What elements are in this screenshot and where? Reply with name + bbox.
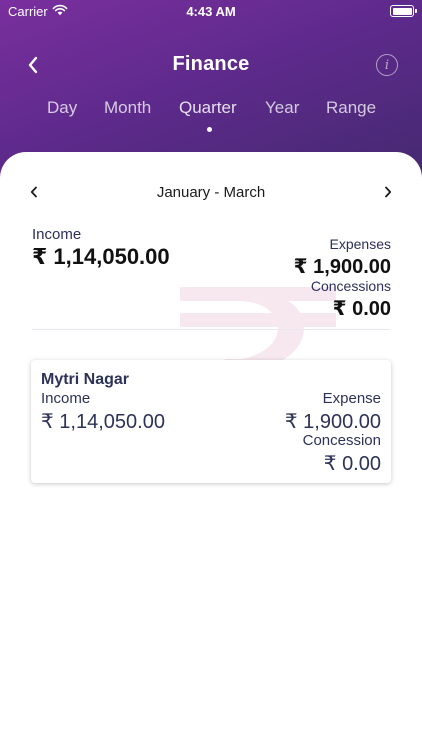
branch-concession-value: ₹ 0.00 — [323, 453, 381, 475]
finance-screen: Carrier 4:43 AM Finance i Day Month Quar… — [0, 0, 422, 750]
tab-day[interactable]: Day — [47, 98, 77, 118]
branch-card-mytri-nagar[interactable]: Mytri Nagar Income ₹ 1,14,050.00 Expense… — [31, 360, 391, 483]
concessions-label: Concessions — [310, 278, 391, 294]
branch-concession-label: Concession — [302, 432, 381, 449]
income-label: Income — [32, 226, 82, 243]
status-time: 4:43 AM — [186, 4, 236, 19]
next-period-button[interactable] — [378, 182, 398, 202]
info-icon-glyph: i — [384, 57, 390, 73]
info-icon[interactable]: i — [376, 54, 398, 76]
tab-quarter[interactable]: Quarter — [179, 98, 237, 118]
branch-expense-label: Expense — [322, 390, 381, 407]
period-label: January - March — [156, 184, 266, 201]
expenses-total: ₹ 1,900.00 — [293, 256, 391, 278]
branch-name: Mytri Nagar — [41, 371, 130, 388]
page-title: Finance — [172, 53, 250, 75]
chevron-right-icon — [385, 186, 392, 198]
period-tabs: Day Month Quarter Year Range — [0, 98, 422, 122]
active-tab-indicator — [207, 127, 212, 132]
branch-expense-value: ₹ 1,900.00 — [284, 411, 381, 433]
tab-year[interactable]: Year — [265, 98, 299, 118]
tab-month[interactable]: Month — [104, 98, 151, 118]
expenses-label: Expenses — [329, 236, 391, 252]
branch-income-label: Income — [41, 390, 91, 407]
income-total: ₹ 1,14,050.00 — [32, 244, 170, 269]
status-bar: Carrier 4:43 AM — [0, 0, 422, 24]
concessions-total: ₹ 0.00 — [332, 298, 391, 320]
content-sheet: January - March Income ₹ 1,14,050.00 Exp… — [0, 152, 422, 750]
tab-range[interactable]: Range — [326, 98, 376, 118]
branch-income-value: ₹ 1,14,050.00 — [41, 411, 165, 433]
divider — [32, 329, 390, 330]
battery-icon — [390, 5, 417, 17]
